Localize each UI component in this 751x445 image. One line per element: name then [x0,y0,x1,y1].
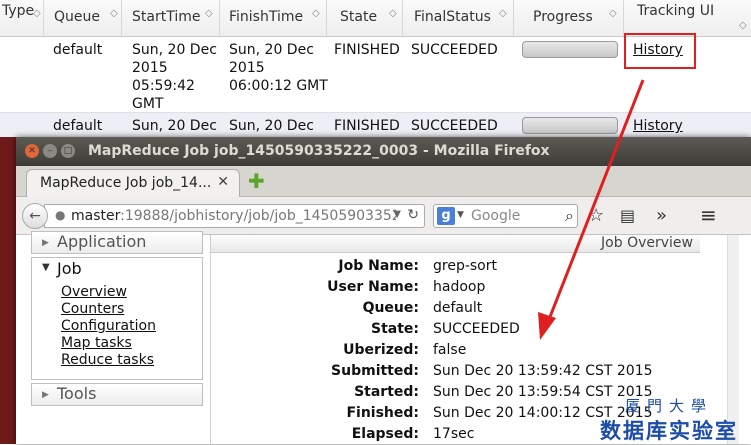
overflow-chevron-icon[interactable]: » [656,205,667,226]
reading-list-icon[interactable]: ▤ [620,206,635,225]
reload-icon[interactable]: ↻ [407,207,419,223]
globe-icon: ● [55,208,66,222]
sort-icon: ◇ [499,8,507,19]
window-titlebar[interactable]: ✕ – □ MapReduce Job job_1450590335222_00… [16,137,751,166]
sort-icon: ◇ [110,8,118,19]
col-header-finalstatus[interactable]: FinalStatus ◇ [403,0,514,37]
maximize-window-icon[interactable]: □ [61,144,75,158]
col-header-queue[interactable]: Queue ◇ [44,0,122,37]
highlight-box [624,33,696,69]
watermark-line1: 厦門大學 [625,397,714,415]
sort-icon: ◇ [33,8,41,19]
hamburger-menu-icon[interactable]: ≡ [700,203,717,227]
expand-arrow-icon: ▶ [42,238,49,248]
sidebar-link-configuration[interactable]: Configuration [61,318,156,334]
sort-icon: ◇ [739,20,747,31]
sidebar-link-overview[interactable]: Overview [61,284,127,300]
progress-bar [522,41,618,58]
sidebar-section-tools[interactable]: ▶ Tools [31,383,203,406]
history-link[interactable]: History [633,117,683,135]
info-row-user-name: User Name: hadoop [327,279,486,295]
navigation-toolbar: ● master:19888/jobhistory/job/job_145059… [16,197,751,235]
page-scrollbar[interactable] [715,235,751,444]
desktop-background [0,137,16,444]
back-button[interactable]: ← [22,203,48,229]
expand-arrow-icon: ▶ [42,390,49,400]
sidebar-section-application[interactable]: ▶ Application [31,231,203,254]
col-header-starttime[interactable]: StartTime ◇ [122,0,220,37]
collapse-arrow-icon: ▼ [42,262,50,273]
new-tab-icon[interactable]: ✚ [248,169,265,193]
sidebar-link-reduce-tasks[interactable]: Reduce tasks [61,352,154,368]
browser-tab[interactable]: MapReduce Job job_14... ✕ [26,169,240,197]
dropdown-arrow-icon[interactable]: ▼ [457,210,464,220]
google-icon[interactable]: g [437,207,455,225]
window-title: MapReduce Job job_1450590335222_0003 - M… [88,143,550,159]
bookmark-star-icon[interactable]: ☆ [588,205,604,226]
col-header-progress[interactable]: Progress ◇ [514,0,624,37]
info-row-job-name: Job Name: grep-sort [338,258,497,274]
sort-icon: ◇ [312,8,320,19]
sidebar-link-map-tasks[interactable]: Map tasks [61,335,132,351]
sort-icon: ◇ [389,8,397,19]
search-bar[interactable]: g ▼ Google ⌕ [433,204,578,228]
close-window-icon[interactable]: ✕ [25,144,39,158]
col-header-finishtime[interactable]: FinishTime ◇ [220,0,327,37]
info-row-queue: Queue: default [362,300,483,316]
minimize-window-icon[interactable]: – [43,144,57,158]
watermark-line2: 数据库实验室 [600,418,738,443]
url-bar[interactable]: ● master:19888/jobhistory/job/job_145059… [44,204,425,228]
dropdown-arrow-icon[interactable]: ▼ [393,209,401,220]
info-row-state: State: SUCCEEDED [370,321,520,337]
job-overview-header: Job Overview [211,235,700,253]
sort-icon: ◇ [609,8,617,19]
tab-label: MapReduce Job job_14... [40,175,212,191]
info-row-uberized: Uberized: false [343,342,467,358]
sidebar-section-job: ▼ Job Overview Counters Configuration Ma… [31,257,203,380]
search-icon[interactable]: ⌕ [565,206,574,226]
col-header-state[interactable]: State ◇ [327,0,403,37]
progress-bar [522,117,618,134]
col-header-type[interactable]: Type ◇ [0,0,44,37]
info-row-submitted: Submitted: Sun Dec 20 13:59:42 CST 2015 [331,363,653,379]
sidebar-section-job-header[interactable]: ▼ Job [32,258,202,280]
sidebar-link-counters[interactable]: Counters [61,301,124,317]
col-header-tracking-ui[interactable]: Tracking UI ◇ [624,0,751,37]
sort-icon: ◇ [205,8,213,19]
tab-bar: MapReduce Job job_14... ✕ ✚ [16,166,751,197]
scrollbar-track[interactable] [727,235,739,444]
close-tab-icon[interactable]: ✕ [217,174,229,190]
